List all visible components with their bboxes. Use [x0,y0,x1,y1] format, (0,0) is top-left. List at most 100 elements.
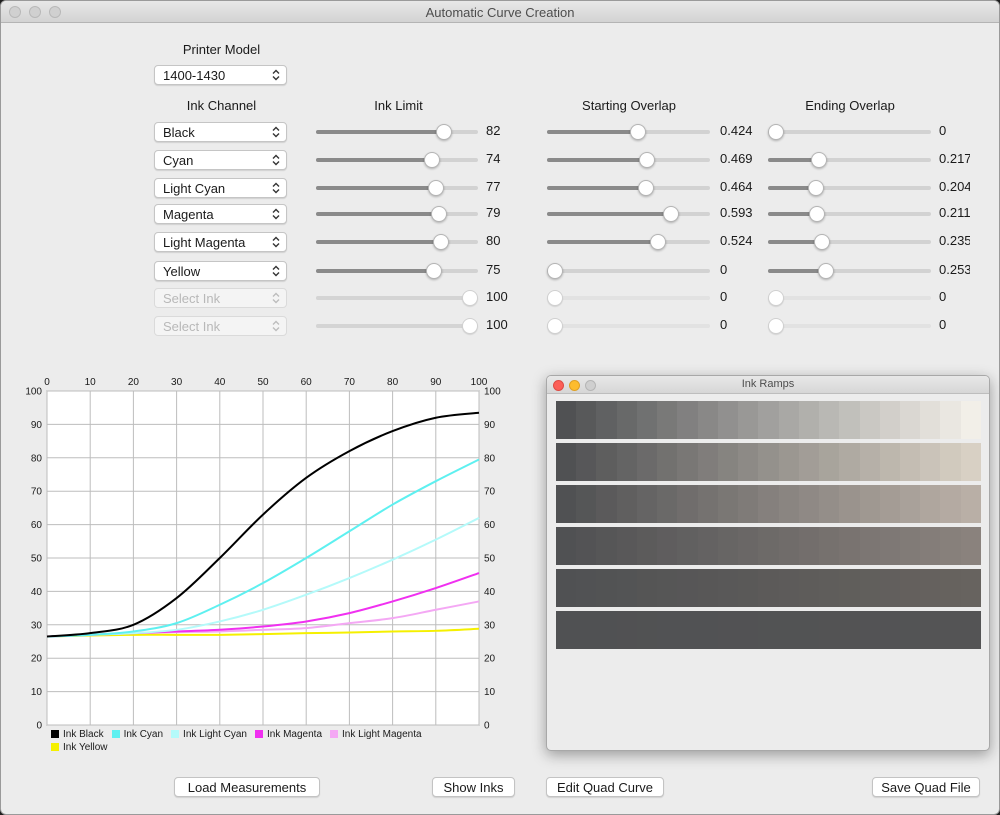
slider-knob[interactable] [637,180,654,196]
y-tick-label-left: 60 [31,520,43,531]
show-inks-button[interactable]: Show Inks [432,777,515,797]
slider-knob[interactable] [424,152,441,168]
slider-knob[interactable] [428,180,445,196]
starting-overlap-slider[interactable] [547,232,710,252]
ramp-step [677,485,698,523]
y-tick-label-left: 90 [31,420,43,431]
slider-knob[interactable] [807,180,824,196]
y-tick-label-right: 90 [484,420,496,431]
ink-channel-popup[interactable]: Yellow [154,261,287,281]
ramp-step [738,527,759,565]
legend-swatch [171,730,180,738]
ink-limit-slider[interactable] [316,178,478,198]
load-measurements-button[interactable]: Load Measurements [174,777,320,797]
legend-item-ink-light-cyan: Ink Light Cyan [171,728,247,741]
starting-overlap-slider[interactable] [547,150,710,170]
ramp-step [697,443,718,481]
ending-overlap-slider[interactable] [768,261,931,281]
starting-overlap-slider[interactable] [547,178,710,198]
ramp-step [819,569,840,607]
ramp-step [839,401,860,439]
chevron-updown-icon [269,263,283,279]
slider-knob[interactable] [431,206,448,222]
slider-knob[interactable] [663,206,680,222]
ending-overlap-slider[interactable] [768,204,931,224]
slider-knob[interactable] [649,234,666,250]
chevron-updown-icon [269,206,283,222]
legend-item-ink-cyan: Ink Cyan [111,728,163,741]
ramp-step [859,527,880,565]
x-tick-label: 90 [430,377,442,388]
x-tick-label: 80 [387,377,399,388]
ramp-step [879,443,900,481]
ink-limit-slider[interactable] [316,204,478,224]
ramp-step [697,401,718,439]
ramp-step [657,569,678,607]
slider-fill [547,212,672,216]
ending-overlap-slider[interactable] [768,232,931,252]
ramp-step [738,611,759,649]
ramp-step [859,569,880,607]
ramp-step [960,485,981,523]
printer-model-popup[interactable]: 1400-1430 [154,65,287,85]
slider-knob[interactable] [547,263,563,279]
y-tick-label-right: 10 [484,687,496,698]
title-bar[interactable]: Automatic Curve Creation [1,1,999,23]
ink-channel-popup[interactable]: Light Cyan [154,178,287,198]
ink-channel-popup[interactable]: Black [154,122,287,142]
ending-overlap-slider[interactable] [768,122,931,142]
slider-knob[interactable] [435,124,452,140]
starting-overlap-value: 0 [720,262,728,277]
ramp-step [556,401,577,439]
ramp-step [899,401,921,439]
ink-ramps-title-bar[interactable]: Ink Ramps [547,376,989,394]
slider-knob [768,290,784,306]
chevron-updown-icon [269,180,283,196]
ramp-step [960,527,981,565]
y-tick-label-left: 30 [31,620,43,631]
legend-label: Ink Yellow [63,742,108,753]
starting-overlap-slider[interactable] [547,261,710,281]
edit-quad-curve-button[interactable]: Edit Quad Curve [546,777,664,797]
ink-channel-popup[interactable]: Magenta [154,204,287,224]
ramp-step [920,569,941,607]
ink-limit-slider[interactable] [316,232,478,252]
ink-limit-value: 77 [486,179,501,194]
slider-knob[interactable] [810,152,827,168]
slider-knob[interactable] [814,234,831,250]
slider-knob[interactable] [425,263,442,279]
ending-overlap-value: 0 [939,123,947,138]
slider-knob[interactable] [432,234,449,250]
legend-item-ink-magenta: Ink Magenta [254,728,322,741]
slider-knob[interactable] [817,263,834,279]
ink-limit-slider[interactable] [316,261,478,281]
slider-track [547,269,710,273]
starting-overlap-slider[interactable] [547,122,710,142]
ink-limit-slider[interactable] [316,150,478,170]
y-tick-label-left: 100 [25,387,42,398]
slider-knob[interactable] [630,124,647,140]
save-quad-file-button[interactable]: Save Quad File [872,777,980,797]
ink-channel-popup[interactable]: Cyan [154,150,287,170]
ramp-step [839,443,860,481]
slider-knob[interactable] [768,124,784,140]
slider-knob[interactable] [809,206,826,222]
slider-knob[interactable] [638,152,655,168]
ramp-step [616,401,637,439]
ink-channel-popup[interactable]: Light Magenta [154,232,287,252]
ending-overlap-slider[interactable] [768,178,931,198]
ramp-step [636,569,658,607]
y-tick-label-left: 20 [31,654,43,665]
ink-ramp [556,611,981,649]
y-tick-label-left: 0 [36,721,42,732]
ink-limit-slider[interactable] [316,122,478,142]
ending-overlap-slider[interactable] [768,150,931,170]
y-tick-label-right: 40 [484,587,496,598]
ramp-step [717,443,739,481]
starting-overlap-slider[interactable] [547,204,710,224]
starting-overlap-value: 0.469 [720,151,753,166]
ramp-step [758,611,779,649]
chevron-updown-icon [269,290,283,306]
slider-knob [462,318,478,334]
x-tick-label: 30 [171,377,183,388]
